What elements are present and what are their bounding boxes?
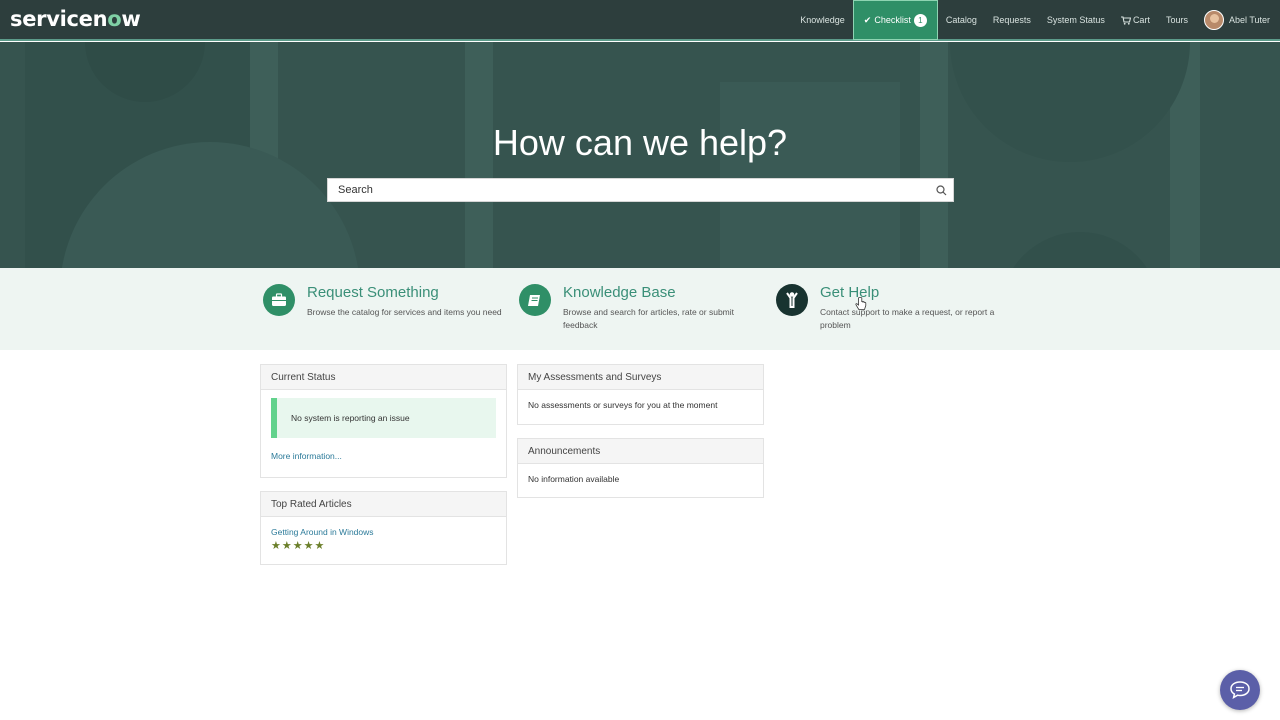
nav-knowledge[interactable]: Knowledge [792,0,853,40]
tile-title: Request Something [307,284,439,301]
checklist-count-badge: 1 [913,13,927,27]
nav-user-menu[interactable]: Abel Tuter [1196,0,1280,40]
nav-cart[interactable]: Cart [1113,0,1158,40]
avatar [1203,10,1224,30]
nav-cart-label: Cart [1132,15,1150,25]
tile-description: Browse the catalog for services and item… [307,307,502,317]
nav-requests[interactable]: Requests [985,0,1039,40]
nav-system-status[interactable]: System Status [1039,0,1113,40]
hero-title: How can we help? [492,122,788,163]
current-status-panel: Current Status No system is reporting an… [260,364,507,478]
person-help-icon [776,284,808,316]
tile-title: Knowledge Base [563,284,676,301]
nav-tours[interactable]: Tours [1158,0,1196,40]
star-icon: ★ [314,540,325,552]
panel-title: Announcements [518,439,763,464]
panel-title: Current Status [261,365,506,390]
nav-checklist[interactable]: ✔ Checklist 1 [852,0,938,40]
search-icon[interactable] [929,184,953,196]
chat-bubble-icon [1230,681,1250,700]
tile-get-help[interactable]: Get Help Contact support to make a reque… [776,284,1026,332]
star-rating: ★ ★ ★ ★ ★ [271,541,496,552]
nav-catalog[interactable]: Catalog [938,0,985,40]
status-message: No system is reporting an issue [271,398,496,438]
star-icon: ★ [271,540,281,552]
hero-decoration [720,82,900,268]
servicenow-logo[interactable]: servicenow [10,7,141,31]
panel-title: Top Rated Articles [261,492,506,517]
tile-title: Get Help [820,284,880,301]
nav-menu: Knowledge ✔ Checklist 1 Catalog Requests… [792,0,1280,40]
assessments-panel: My Assessments and Surveys No assessment… [517,364,764,425]
book-icon [519,284,551,316]
chat-button[interactable] [1220,670,1260,710]
search-bar [327,178,954,202]
more-information-link[interactable]: More information... [271,451,342,461]
announcements-panel: Announcements No information available [517,438,764,498]
star-icon: ★ [303,540,314,552]
article-link[interactable]: Getting Around in Windows [271,527,496,537]
user-name: Abel Tuter [1228,15,1270,25]
panel-message: No assessments or surveys for you at the… [528,400,718,410]
star-icon: ★ [292,540,303,552]
briefcase-icon [263,284,295,316]
panel-message: No information available [528,474,620,484]
tile-description: Contact support to make a request, or re… [820,307,995,330]
checkmark-icon: ✔ [863,14,872,25]
cart-icon [1120,15,1131,25]
quick-links: Request Something Browse the catalog for… [0,268,1280,350]
tile-description: Browse and search for articles, rate or … [563,307,735,330]
panel-title: My Assessments and Surveys [518,365,763,390]
hero-banner: How can we help? [0,42,1280,268]
search-input[interactable] [328,184,929,196]
star-icon: ★ [281,540,292,552]
tile-knowledge-base[interactable]: Knowledge Base Browse and search for art… [519,284,769,332]
top-navbar: servicenow Knowledge ✔ Checklist 1 Catal… [0,0,1280,41]
hero-decoration [1000,232,1160,268]
hand-pointer-icon [855,297,867,310]
tile-request-something[interactable]: Request Something Browse the catalog for… [263,284,513,319]
nav-checklist-label: Checklist [874,15,911,25]
top-rated-articles-panel: Top Rated Articles Getting Around in Win… [260,491,507,565]
